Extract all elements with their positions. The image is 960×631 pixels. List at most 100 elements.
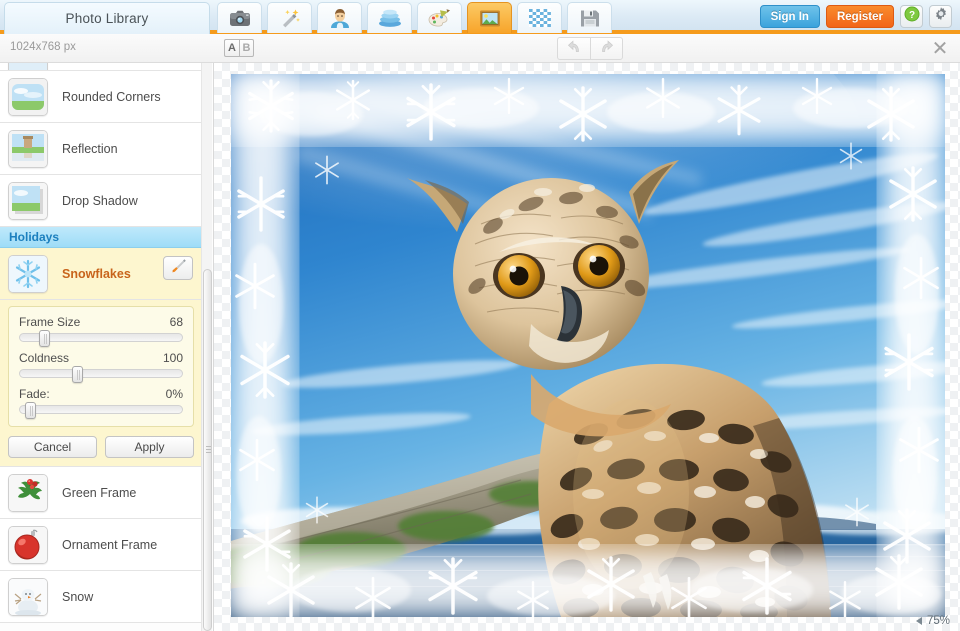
effect-action-buttons: Cancel Apply [8, 436, 194, 458]
slider-frame-size-value: 68 [170, 315, 183, 329]
zoom-level-label: 75% [927, 615, 950, 627]
effect-settings-panel: Frame Size 68 Coldness 100 [0, 300, 202, 467]
apply-button[interactable]: Apply [105, 436, 194, 458]
slider-coldness-value: 100 [163, 351, 183, 365]
cancel-button[interactable]: Cancel [8, 436, 97, 458]
close-x-icon[interactable]: ✕ [930, 39, 950, 59]
slider-coldness-track[interactable] [19, 369, 183, 378]
sidebar-scrollbar-thumb[interactable] [203, 269, 212, 631]
slider-frame-size-thumb[interactable] [39, 330, 50, 347]
palette-icon [427, 8, 452, 28]
palette-tool-button[interactable] [417, 2, 462, 33]
slider-fade-track[interactable] [19, 405, 183, 414]
snowman-thumb [8, 578, 48, 616]
tool-strip [217, 2, 612, 33]
chevron-left-icon[interactable] [916, 617, 922, 625]
frames-tool-button[interactable] [467, 2, 512, 33]
question-mark-icon: ? [904, 6, 920, 27]
layers-tool-button[interactable] [367, 2, 412, 33]
sliders-box: Frame Size 68 Coldness 100 [8, 306, 194, 427]
slider-fade: Fade: 0% [19, 387, 183, 414]
portrait-tool-button[interactable] [317, 2, 362, 33]
camera-icon [228, 9, 252, 28]
slider-fade-label: Fade: [19, 387, 50, 401]
picture-frame-icon [479, 9, 501, 28]
photo-library-tab-label: Photo Library [66, 11, 149, 26]
owl-left-eye [493, 253, 545, 299]
slider-frame-size-head: Frame Size 68 [19, 315, 183, 329]
canvas-area[interactable]: 75% [214, 63, 960, 631]
photo-editor-app: Photo Library [0, 0, 960, 631]
slider-coldness-head: Coldness 100 [19, 351, 183, 365]
person-icon [329, 8, 351, 28]
undo-redo-group [557, 37, 623, 60]
list-item-label: Ornament Frame [62, 538, 157, 552]
settings-button[interactable] [929, 5, 952, 28]
owl-right-eye [573, 243, 625, 289]
floppy-disk-icon [580, 9, 600, 28]
magic-wand-icon [278, 8, 302, 28]
gear-icon [933, 6, 949, 27]
list-item-snowflakes[interactable]: Snowflakes [0, 248, 202, 300]
checkerboard-icon [529, 9, 551, 27]
brush-tool-button[interactable] [163, 256, 193, 280]
list-item-snow[interactable]: Snow [0, 571, 202, 623]
list-item-drop-shadow[interactable]: Drop Shadow [0, 175, 202, 227]
photo-canvas[interactable] [231, 74, 945, 617]
list-item-partial[interactable] [0, 63, 202, 71]
ornament-thumb [8, 526, 48, 564]
holly-thumb [8, 474, 48, 512]
slider-frame-size-track[interactable] [19, 333, 183, 342]
slider-coldness-thumb[interactable] [72, 366, 83, 383]
compare-ab-toggle[interactable]: A B [224, 39, 254, 57]
texture-tool-button[interactable] [517, 2, 562, 33]
list-item-label: Rounded Corners [62, 90, 161, 104]
register-button[interactable]: Register [826, 5, 894, 28]
effects-list: Rounded Corners Reflection [0, 63, 202, 623]
slider-coldness-label: Coldness [19, 351, 69, 365]
magic-wand-tool-button[interactable] [267, 2, 312, 33]
photo-library-tab[interactable]: Photo Library [4, 2, 210, 34]
slider-frame-size: Frame Size 68 [19, 315, 183, 342]
zoom-indicator[interactable]: 75% [916, 615, 950, 627]
list-item-label: Snow [62, 590, 93, 604]
svg-text:?: ? [908, 10, 914, 21]
register-label: Register [837, 11, 883, 23]
list-item-rounded-corners[interactable]: Rounded Corners [0, 71, 202, 123]
list-item-label: Green Frame [62, 486, 136, 500]
scrollbar-grip-icon [206, 446, 211, 453]
auth-buttons: Sign In Register ? [760, 5, 952, 28]
list-item-label: Reflection [62, 142, 118, 156]
snowflake-thumb [8, 255, 48, 293]
slider-fade-thumb[interactable] [25, 402, 36, 419]
compare-b-half[interactable]: B [239, 39, 254, 57]
camera-tool-button[interactable] [217, 2, 262, 33]
effects-sidebar: Rounded Corners Reflection [0, 63, 214, 631]
help-button[interactable]: ? [900, 5, 923, 28]
undo-button[interactable] [557, 37, 590, 60]
layers-icon [377, 8, 403, 28]
sidebar-scrollbar-track[interactable] [201, 63, 212, 631]
redo-button[interactable] [590, 37, 623, 60]
list-item-label: Snowflakes [62, 267, 131, 281]
drop-shadow-thumb [8, 182, 48, 220]
section-header-holidays: Holidays [0, 227, 202, 248]
reflection-thumb [8, 130, 48, 168]
sub-toolbar: 1024x768 px A B ✕ [0, 34, 960, 63]
slider-fade-value: 0% [166, 387, 183, 401]
paintbrush-icon [169, 258, 187, 279]
top-toolbar: Photo Library [0, 0, 960, 34]
sign-in-button[interactable]: Sign In [760, 5, 820, 28]
save-tool-button[interactable] [567, 2, 612, 33]
list-item-green-frame[interactable]: Green Frame [0, 467, 202, 519]
list-item-ornament-frame[interactable]: Ornament Frame [0, 519, 202, 571]
redo-arrow-icon [599, 40, 614, 58]
compare-a-half[interactable]: A [224, 39, 239, 57]
slider-frame-size-label: Frame Size [19, 315, 80, 329]
list-item-reflection[interactable]: Reflection [0, 123, 202, 175]
rounded-corners-thumb [8, 78, 48, 116]
sign-in-label: Sign In [771, 11, 809, 23]
partial-thumb [8, 63, 48, 71]
cancel-label: Cancel [34, 440, 71, 454]
owl-photo-svg [231, 74, 945, 617]
